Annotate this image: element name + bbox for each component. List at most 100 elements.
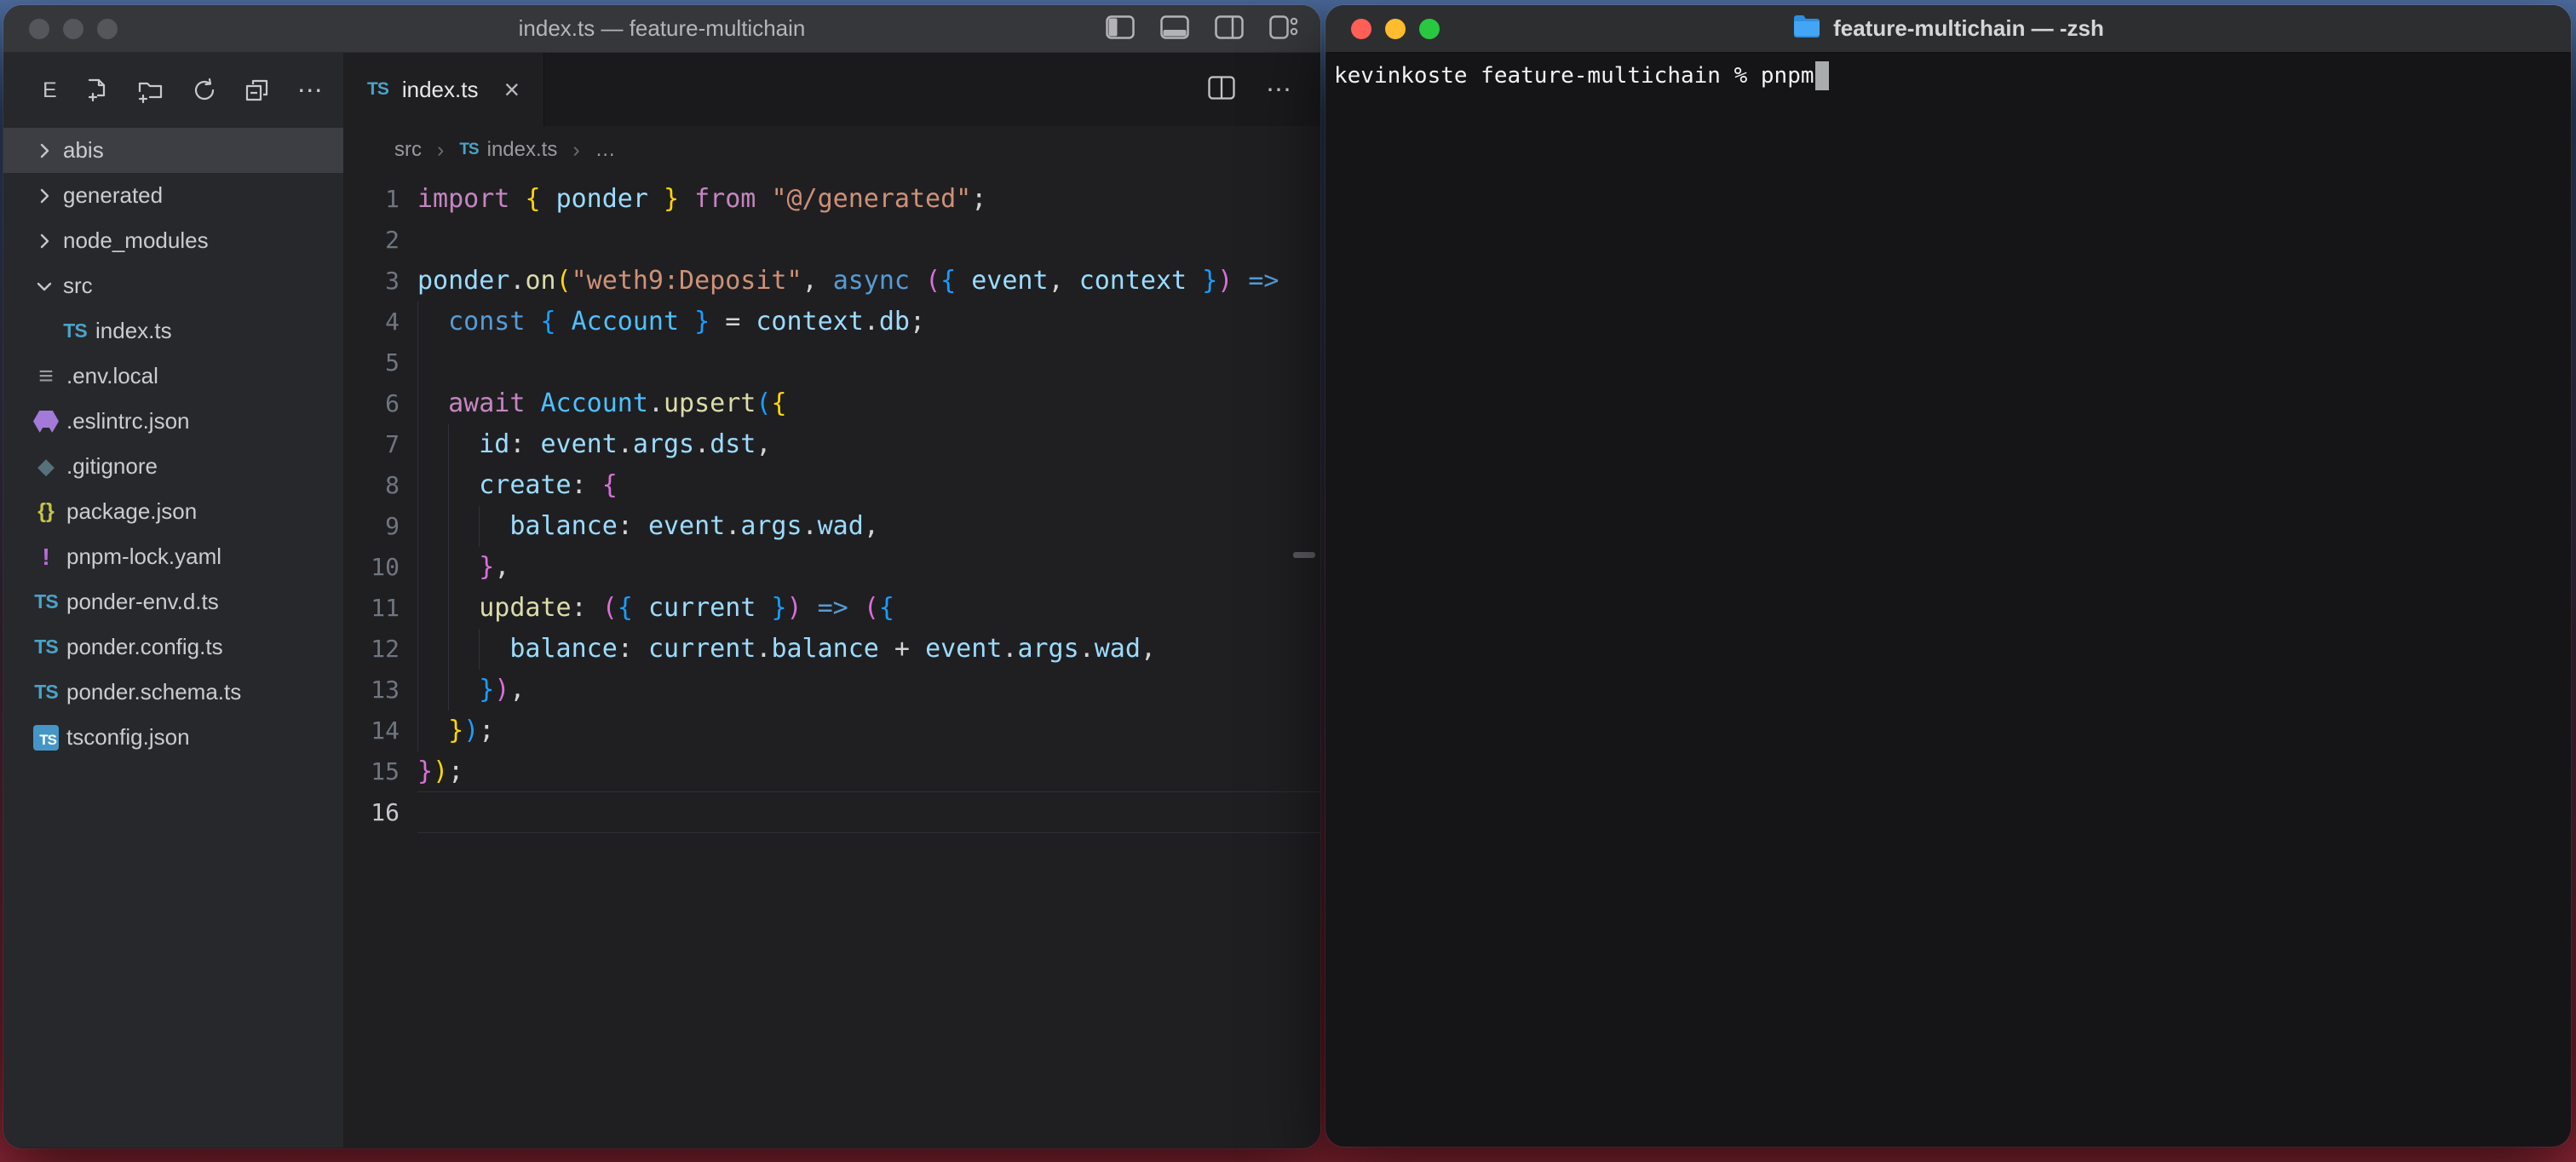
code-line[interactable]: 13 }), xyxy=(343,670,1320,710)
explorer-item-.env.local[interactable]: ≡.env.local xyxy=(3,354,343,399)
terminal-window: feature-multichain — -zsh kevinkoste fea… xyxy=(1325,5,2571,1147)
ts-file-icon: TS xyxy=(26,681,66,704)
folder-icon xyxy=(1792,14,1821,43)
code-line[interactable]: 7 id: event.args.dst, xyxy=(343,424,1320,465)
toggle-panel-icon[interactable] xyxy=(1160,15,1189,39)
explorer-item-label: abis xyxy=(63,137,104,164)
close-window-button[interactable] xyxy=(1351,19,1371,39)
terminal-cursor xyxy=(1815,61,1829,90)
terminal-content[interactable]: kevinkoste feature-multichain % pnpm xyxy=(1325,53,2571,99)
line-number: 2 xyxy=(343,220,400,261)
code-editor[interactable]: 1import { ponder } from "@/generated";23… xyxy=(343,174,1320,1148)
explorer-item-package.json[interactable]: {}package.json xyxy=(3,489,343,534)
explorer-item-label: package.json xyxy=(66,498,197,525)
explorer-item-pnpm-lock.yaml[interactable]: !pnpm-lock.yaml xyxy=(3,534,343,579)
breadcrumb-item-src[interactable]: src xyxy=(394,138,422,162)
new-file-icon[interactable] xyxy=(84,78,110,103)
indent-guide xyxy=(479,506,480,547)
line-number: 13 xyxy=(343,670,400,710)
code-line[interactable]: 6 await Account.upsert({ xyxy=(343,383,1320,424)
explorer-item-abis[interactable]: abis xyxy=(3,128,343,173)
indent-guide xyxy=(479,629,480,670)
terminal-traffic-lights xyxy=(1351,19,1440,39)
scrollbar-thumb[interactable] xyxy=(1293,552,1315,558)
current-line-highlight xyxy=(417,791,1320,833)
editor-tabstrip: TS index.ts × ⋯ xyxy=(343,53,1320,126)
minimize-window-button[interactable] xyxy=(1385,19,1406,39)
explorer-item-label: src xyxy=(63,273,93,299)
indent-guide xyxy=(448,424,449,710)
collapse-folders-icon[interactable] xyxy=(244,78,270,103)
code-line[interactable]: 10 }, xyxy=(343,547,1320,588)
vscode-titlebar[interactable]: index.ts — feature-multichain xyxy=(3,5,1320,53)
split-editor-icon[interactable] xyxy=(1208,76,1235,104)
code-line[interactable]: 8 create: { xyxy=(343,465,1320,506)
line-content: }); xyxy=(417,751,463,792)
code-line[interactable]: 5 xyxy=(343,342,1320,383)
breadcrumb: src›TSindex.ts›… xyxy=(343,126,1320,174)
editor-group: TS index.ts × ⋯ src›TSindex.ts›… xyxy=(343,53,1320,1148)
ts-file-icon: TS xyxy=(459,141,478,159)
explorer-item-label: node_modules xyxy=(63,227,209,254)
maximize-window-button[interactable] xyxy=(1419,19,1440,39)
refresh-icon[interactable] xyxy=(192,78,217,103)
explorer-item-.gitignore[interactable]: ◆.gitignore xyxy=(3,444,343,489)
shell-prompt: kevinkoste feature-multichain % pnpm xyxy=(1334,63,1814,89)
line-content: update: ({ current }) => ({ xyxy=(417,588,894,629)
code-line[interactable]: 4 const { Account } = context.db; xyxy=(343,302,1320,342)
terminal-titlebar[interactable]: feature-multichain — -zsh xyxy=(1325,5,2571,53)
explorer-item-index.ts[interactable]: TSindex.ts xyxy=(3,308,343,354)
line-content: const { Account } = context.db; xyxy=(417,302,925,342)
close-window-button[interactable] xyxy=(29,19,49,39)
toggle-secondary-sidebar-icon[interactable] xyxy=(1215,15,1244,39)
explorer-item-tsconfig.json[interactable]: TStsconfig.json xyxy=(3,715,343,760)
explorer-item-label: .env.local xyxy=(66,363,158,389)
code-line[interactable]: 12 balance: current.balance + event.args… xyxy=(343,629,1320,670)
line-number: 15 xyxy=(343,751,400,792)
toggle-primary-sidebar-icon[interactable] xyxy=(1106,15,1135,39)
explorer-item-label: .gitignore xyxy=(66,453,158,480)
breadcrumb-separator: › xyxy=(437,138,444,163)
code-line[interactable]: 3 ponder.on("weth9:Deposit", async ({ eve… xyxy=(343,261,1320,302)
code-line[interactable]: 15}); xyxy=(343,751,1320,792)
explorer-sidebar: E ⋯ abisgeneratednode_modulessrcTSindex.… xyxy=(3,53,343,1148)
explorer-item-node_modules[interactable]: node_modules xyxy=(3,218,343,263)
line-number: 8 xyxy=(343,465,400,506)
new-folder-icon[interactable] xyxy=(137,78,164,103)
tab-index-ts[interactable]: TS index.ts × xyxy=(343,53,544,126)
line-number: 12 xyxy=(343,629,400,670)
line-content: ponder.on("weth9:Deposit", async ({ even… xyxy=(417,261,1279,302)
git-file-icon: ◆ xyxy=(26,453,66,480)
line-content: id: event.args.dst, xyxy=(417,424,771,465)
line-content: }, xyxy=(417,547,509,588)
line-number: 3 xyxy=(343,261,400,302)
explorer-more-actions-icon[interactable]: ⋯ xyxy=(297,76,325,106)
explorer-item-generated[interactable]: generated xyxy=(3,173,343,218)
line-number: 1 xyxy=(343,179,400,220)
explorer-item-ponder.config.ts[interactable]: TSponder.config.ts xyxy=(3,624,343,670)
minimize-window-button[interactable] xyxy=(63,19,83,39)
line-number: 5 xyxy=(343,342,400,383)
breadcrumb-item-index.ts[interactable]: TSindex.ts xyxy=(459,138,557,162)
terminal-window-title: feature-multichain — -zsh xyxy=(1792,14,2104,43)
maximize-window-button[interactable] xyxy=(97,19,118,39)
chevron-right-icon xyxy=(26,230,63,252)
editor-more-actions-icon[interactable]: ⋯ xyxy=(1266,75,1293,105)
vscode-traffic-lights xyxy=(29,19,118,39)
code-line[interactable]: 11 update: ({ current }) => ({ xyxy=(343,588,1320,629)
tsconfig-file-icon: TS xyxy=(26,725,66,751)
close-tab-icon[interactable]: × xyxy=(503,76,520,103)
customize-layout-icon[interactable] xyxy=(1269,15,1300,39)
explorer-item-src[interactable]: src xyxy=(3,263,343,308)
explorer-item-ponder-env.d.ts[interactable]: TSponder-env.d.ts xyxy=(3,579,343,624)
breadcrumb-item-…[interactable]: … xyxy=(595,138,616,162)
code-line[interactable]: 9 balance: event.args.wad, xyxy=(343,506,1320,547)
ts-file-icon: TS xyxy=(26,636,66,659)
code-line[interactable]: 1import { ponder } from "@/generated"; xyxy=(343,179,1320,220)
explorer-item-ponder.schema.ts[interactable]: TSponder.schema.ts xyxy=(3,670,343,715)
code-line[interactable]: 2 xyxy=(343,220,1320,261)
explorer-item-.eslintrc.json[interactable]: .eslintrc.json xyxy=(3,399,343,444)
explorer-item-label: ponder.schema.ts xyxy=(66,679,241,705)
code-line[interactable]: 14 }); xyxy=(343,710,1320,751)
chevron-down-icon xyxy=(26,275,63,297)
